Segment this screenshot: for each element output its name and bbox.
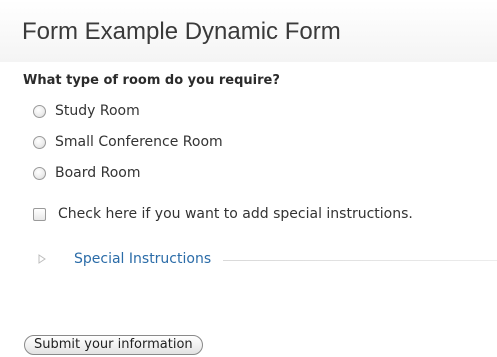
radio-button[interactable] bbox=[33, 135, 46, 149]
submit-button[interactable]: Submit your information bbox=[24, 335, 203, 355]
checkbox-label: Check here if you want to add special in… bbox=[58, 206, 413, 222]
radio-label: Small Conference Room bbox=[55, 134, 223, 150]
radio-option-study-room[interactable]: Study Room bbox=[33, 101, 140, 121]
special-instructions-toggle-link[interactable]: Special Instructions bbox=[74, 251, 211, 267]
disclosure-triangle-right-icon[interactable] bbox=[38, 249, 52, 269]
room-type-question: What type of room do you require? bbox=[23, 73, 280, 88]
page-header: Form Example Dynamic Form bbox=[0, 0, 497, 62]
radio-label: Board Room bbox=[55, 165, 141, 181]
radio-button[interactable] bbox=[33, 104, 46, 118]
special-instructions-checkbox[interactable] bbox=[33, 207, 46, 221]
section-divider bbox=[223, 259, 497, 261]
special-instructions-section: Special Instructions bbox=[38, 249, 497, 269]
radio-button[interactable] bbox=[33, 166, 46, 180]
special-instructions-checkbox-row[interactable]: Check here if you want to add special in… bbox=[33, 204, 413, 224]
radio-label: Study Room bbox=[55, 103, 140, 119]
radio-option-board-room[interactable]: Board Room bbox=[33, 163, 140, 183]
page-title: Form Example Dynamic Form bbox=[22, 18, 341, 45]
radio-option-small-conference-room[interactable]: Small Conference Room bbox=[33, 132, 223, 152]
